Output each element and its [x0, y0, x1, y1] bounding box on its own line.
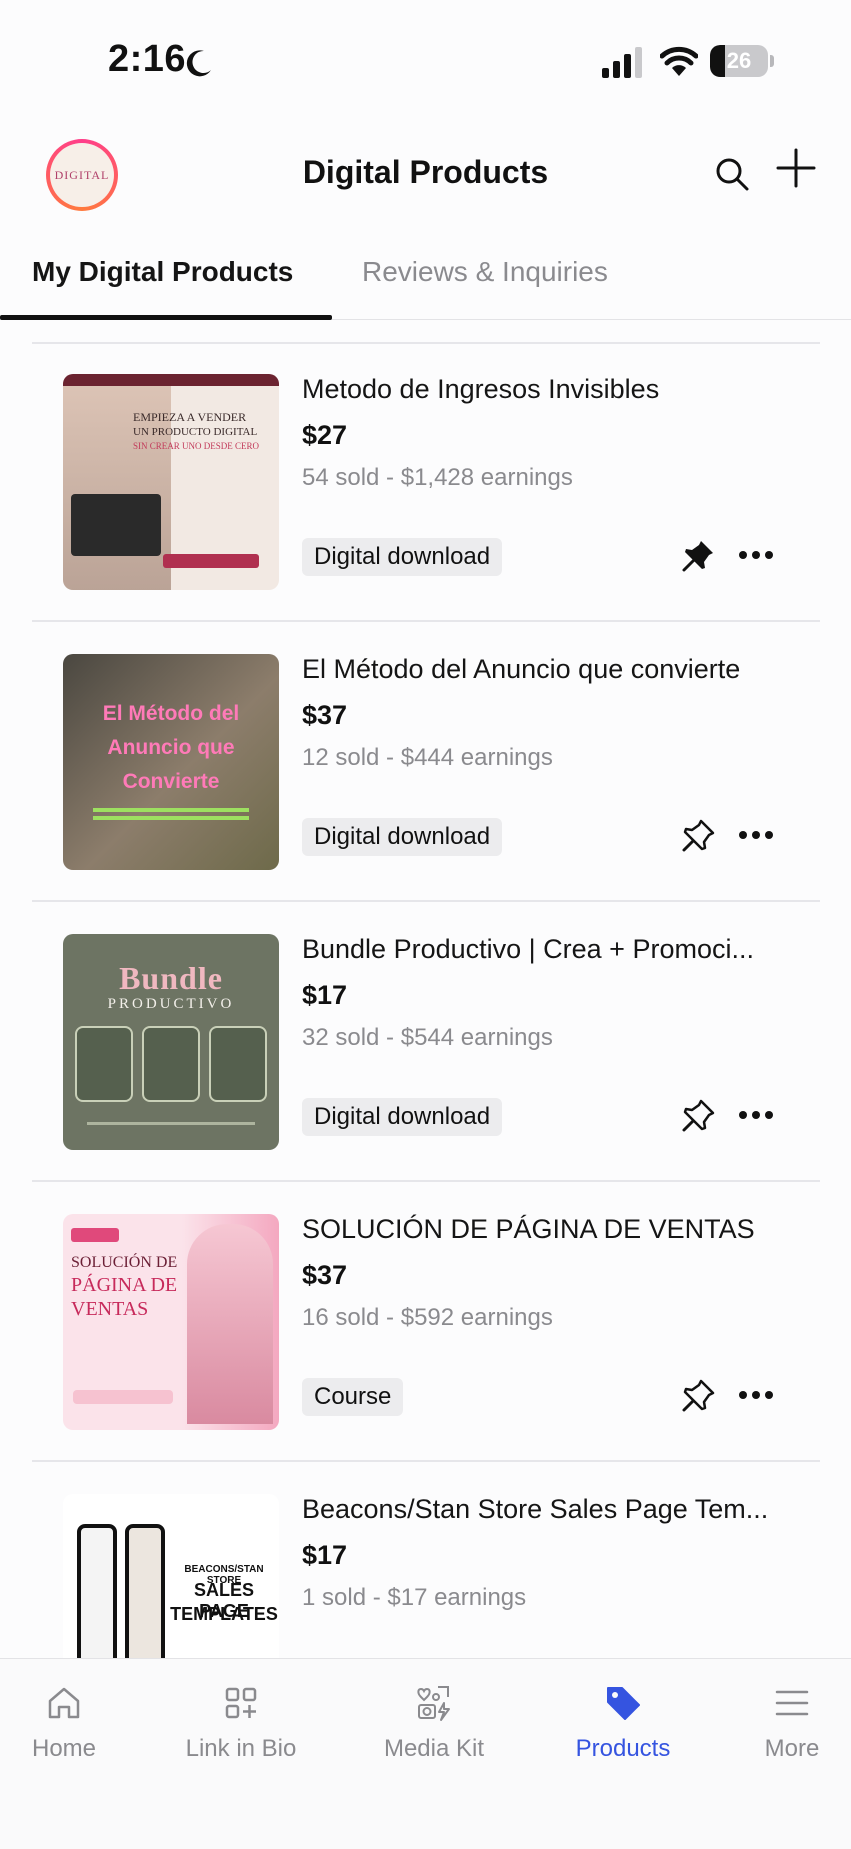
product-price: $27 [302, 420, 348, 450]
product-thumbnail: Bundle PRODUCTIVO [63, 934, 279, 1150]
product-thumbnail: BEACONS/STAN STORE SALES PAGE TEMPLATES [63, 1494, 279, 1658]
nav-label: More [764, 1735, 820, 1762]
app-header: DIGITAL Digital Products [0, 130, 851, 220]
product-stats: 32 sold - $544 earnings [302, 1024, 553, 1051]
pin-filled-icon[interactable] [680, 538, 716, 574]
thumb-line3: TEMPLATES [170, 1604, 278, 1624]
nav-home[interactable]: Home [0, 1683, 149, 1763]
nav-media-kit[interactable]: Media Kit [349, 1683, 519, 1763]
status-bar: 2:16 26 [0, 0, 851, 120]
active-tab-indicator [0, 315, 332, 320]
more-options-icon[interactable] [736, 1380, 776, 1410]
product-stats: 1 sold - $17 earnings [302, 1584, 527, 1611]
link-in-bio-icon [225, 1687, 257, 1719]
wifi-icon [660, 46, 698, 76]
thumb-line3: SIN CREAR UNO DESDE CERO [133, 441, 260, 451]
product-title: Bundle Productivo | Crea + Promoci... [302, 934, 754, 964]
product-title: Metodo de Ingresos Invisibles [302, 374, 660, 404]
more-options-icon[interactable] [736, 1100, 776, 1130]
cellular-signal-icon [602, 47, 642, 78]
product-stats: 12 sold - $444 earnings [302, 744, 553, 771]
product-thumbnail: El Método del Anuncio que Convierte [63, 654, 279, 870]
product-title: SOLUCIÓN DE PÁGINA DE VENTAS [302, 1214, 755, 1244]
thumb-line1: El Método del [102, 702, 240, 725]
moon-icon [186, 50, 211, 77]
thumb-line1: SOLUCIÓN DE [71, 1254, 178, 1271]
nav-link-in-bio[interactable]: Link in Bio [156, 1683, 326, 1763]
product-title: El Método del Anuncio que convierte [302, 654, 741, 684]
status-time: 2:16 [108, 38, 187, 80]
nav-label: Link in Bio [185, 1735, 297, 1762]
nav-label: Products [575, 1735, 671, 1762]
tab-my-digital-products[interactable]: My Digital Products [32, 256, 293, 288]
bottom-navigation: Home Link in Bio Media Kit Products More [0, 1658, 851, 1849]
nav-label: Media Kit [383, 1735, 485, 1762]
product-price: $37 [302, 1260, 348, 1290]
thumb-line3: Convierte [122, 770, 220, 793]
thumb-line2: Anuncio que [107, 736, 235, 759]
product-row[interactable]: BEACONS/STAN STORE SALES PAGE TEMPLATES … [32, 1462, 820, 1658]
more-options-icon[interactable] [736, 820, 776, 850]
product-title: Beacons/Stan Store Sales Page Tem... [302, 1494, 769, 1524]
thumb-line3: VENTAS [71, 1298, 149, 1320]
battery-icon: 26 [710, 45, 774, 77]
product-thumbnail: SOLUCIÓN DE PÁGINA DE VENTAS [63, 1214, 279, 1430]
product-type-badge: Digital download [302, 1098, 503, 1136]
product-price: $37 [302, 700, 348, 730]
more-options-icon[interactable] [736, 540, 776, 570]
product-type-badge: Digital download [302, 818, 503, 856]
app-screen: 2:16 26 DIGITAL Digital Products My Digi… [0, 0, 851, 1849]
media-kit-icon [417, 1686, 450, 1721]
pin-icon[interactable] [680, 1098, 716, 1134]
product-row[interactable]: El Método del Anuncio que Convierte El M… [32, 622, 820, 902]
thumb-line2: PÁGINA DE [71, 1274, 178, 1296]
tab-bar: My Digital Products Reviews & Inquiries [0, 248, 851, 320]
product-type-badge: Course [302, 1378, 404, 1416]
nav-products[interactable]: Products [538, 1683, 708, 1763]
product-row[interactable]: SOLUCIÓN DE PÁGINA DE VENTAS SOLUCIÓN DE… [32, 1182, 820, 1462]
product-row[interactable]: Bundle PRODUCTIVO Bundle Productivo | Cr… [32, 902, 820, 1182]
nav-more[interactable]: More [707, 1683, 851, 1763]
pin-icon[interactable] [680, 818, 716, 854]
home-icon [48, 1687, 80, 1719]
product-price: $17 [302, 1540, 348, 1570]
thumb-line2: UN PRODUCTO DIGITAL [133, 426, 258, 438]
search-icon[interactable] [712, 154, 752, 194]
thumb-line2: PRODUCTIVO [107, 996, 235, 1012]
product-row[interactable]: EMPIEZA A VENDER UN PRODUCTO DIGITAL SIN… [32, 342, 820, 622]
product-stats: 54 sold - $1,428 earnings [302, 464, 573, 491]
tag-icon [607, 1687, 640, 1720]
menu-icon [775, 1690, 809, 1716]
thumb-line1: Bundle [119, 960, 223, 996]
product-thumbnail: EMPIEZA A VENDER UN PRODUCTO DIGITAL SIN… [63, 374, 279, 590]
tab-reviews-inquiries[interactable]: Reviews & Inquiries [362, 256, 608, 288]
product-type-badge: Digital download [302, 538, 503, 576]
product-list: EMPIEZA A VENDER UN PRODUCTO DIGITAL SIN… [0, 342, 851, 1658]
product-price: $17 [302, 980, 348, 1010]
pin-icon[interactable] [680, 1378, 716, 1414]
thumb-line1: EMPIEZA A VENDER [133, 410, 247, 424]
battery-level: 26 [726, 48, 752, 73]
add-icon[interactable] [774, 146, 818, 190]
product-stats: 16 sold - $592 earnings [302, 1304, 553, 1331]
nav-label: Home [31, 1735, 97, 1762]
